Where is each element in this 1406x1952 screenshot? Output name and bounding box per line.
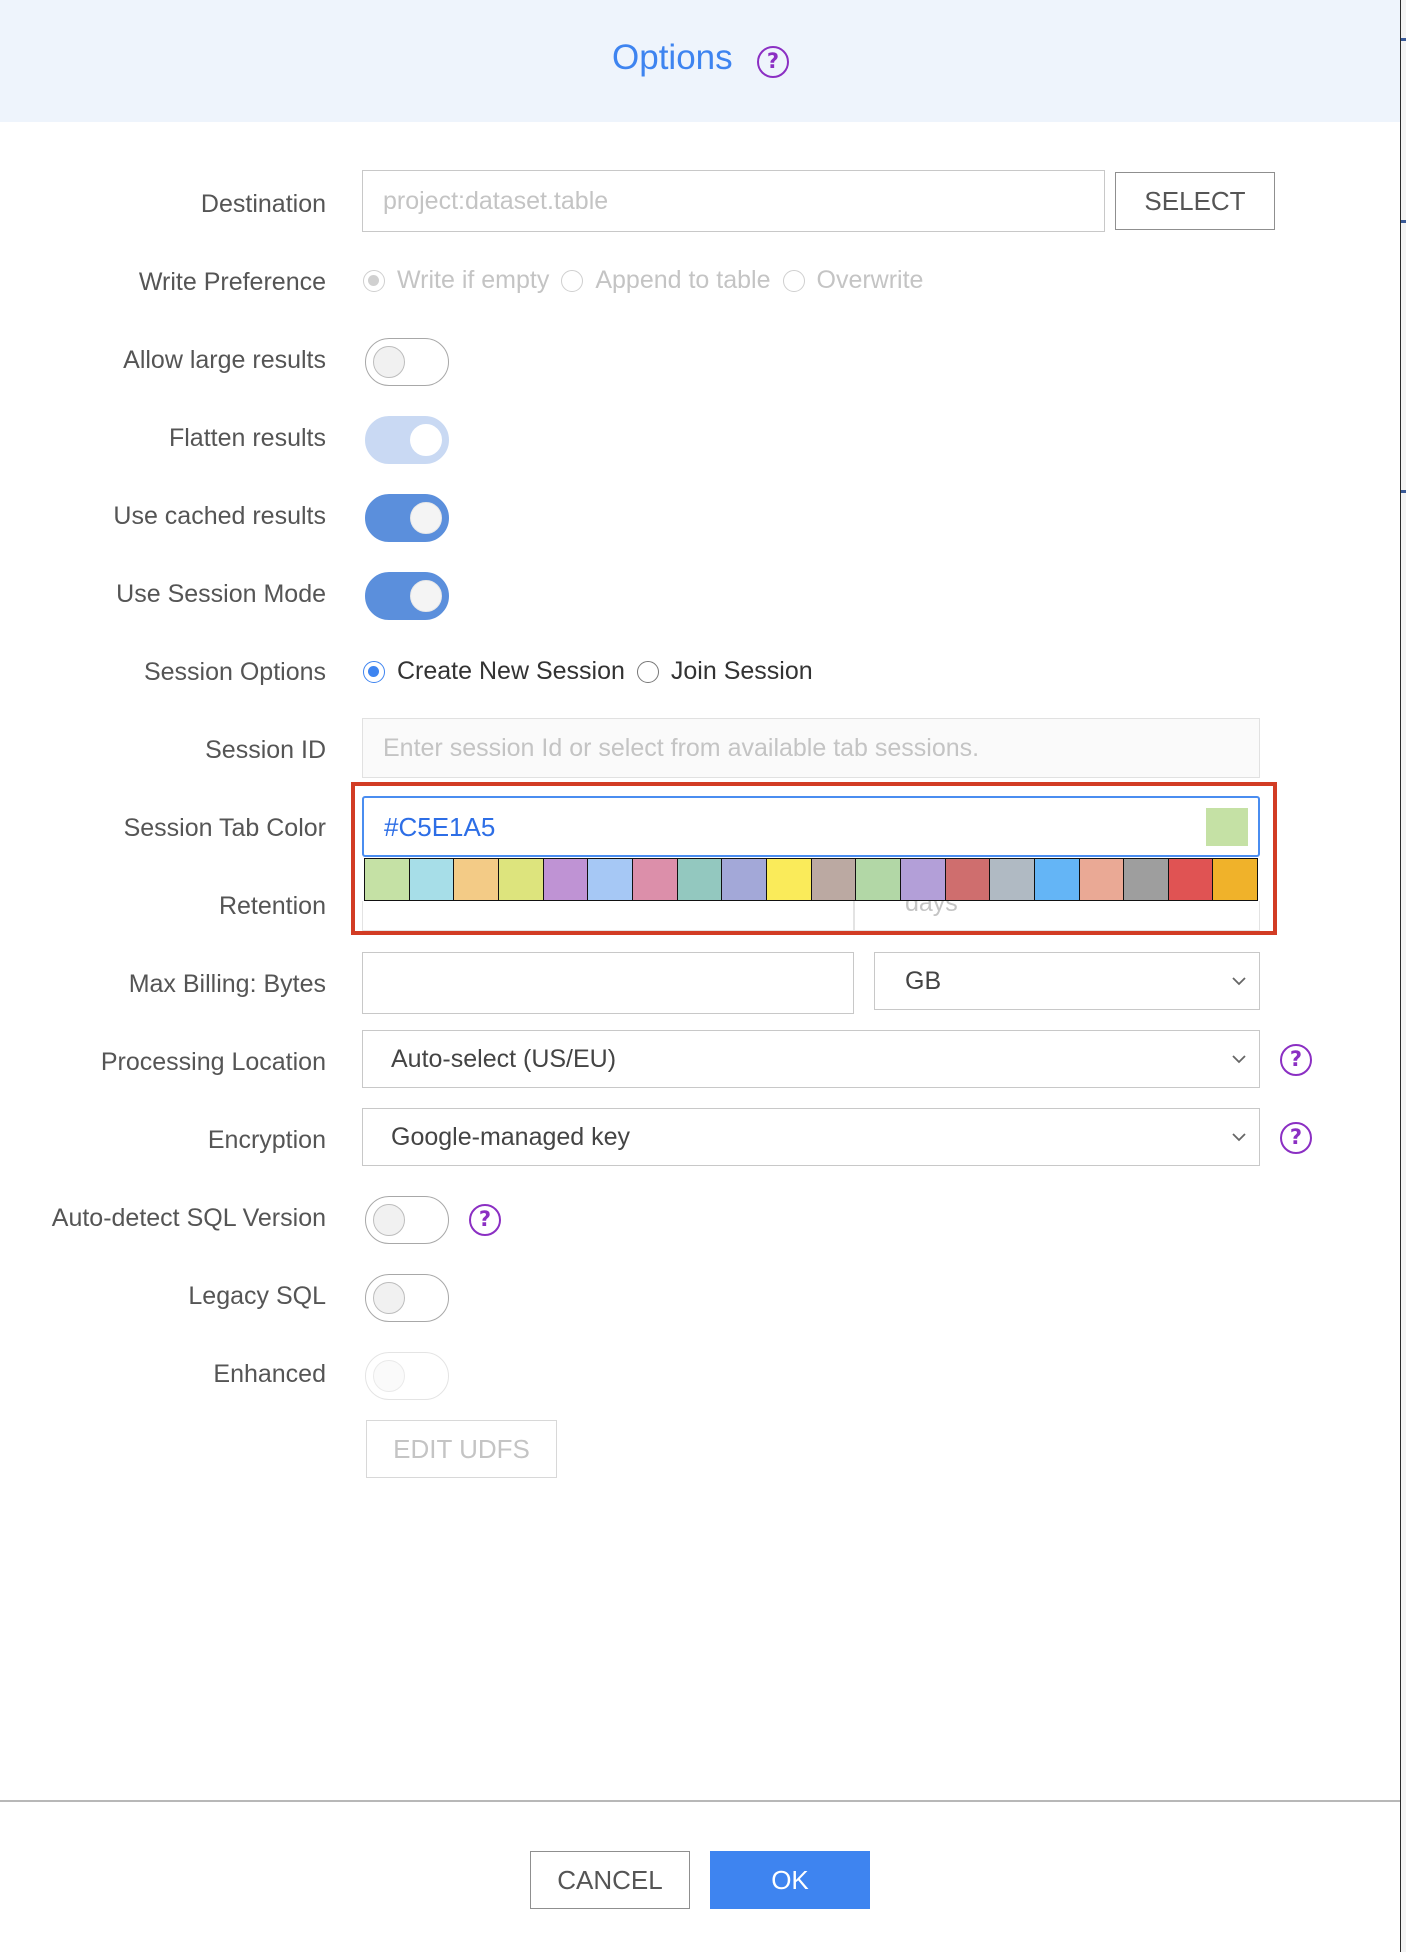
auto-detect-sql-label: Auto-detect SQL Version [51, 1204, 326, 1232]
session-id-input[interactable] [362, 718, 1260, 778]
color-swatch[interactable] [990, 859, 1035, 900]
processing-location-value: Auto-select (US/EU) [391, 1044, 617, 1073]
edit-udfs-button[interactable]: EDIT UDFS [366, 1420, 557, 1478]
allow-large-results-label: Allow large results [123, 346, 326, 374]
chevron-down-icon [1232, 1055, 1246, 1064]
toggle-knob [410, 579, 442, 612]
window-edge [1400, 0, 1406, 1952]
chevron-down-icon [1232, 977, 1246, 986]
encryption-label: Encryption [207, 1126, 326, 1154]
write-preference-radios: Write if empty Append to table Overwrite [363, 266, 935, 295]
question-circle-icon[interactable]: ? [469, 1204, 501, 1236]
flatten-results-toggle[interactable] [365, 416, 449, 464]
color-swatch[interactable] [543, 859, 589, 900]
session-id-label: Session ID [205, 736, 326, 764]
radio-append-to-table[interactable] [561, 269, 584, 292]
chevron-down-icon [1232, 1133, 1246, 1142]
toggle-knob [410, 423, 442, 456]
footer-divider [0, 1800, 1400, 1802]
allow-large-results-toggle[interactable] [365, 338, 449, 386]
color-hex-value: #C5E1A5 [384, 812, 496, 842]
color-swatch[interactable] [588, 859, 633, 900]
use-cached-results-toggle[interactable] [365, 494, 449, 542]
edge-mark [1401, 490, 1406, 493]
color-swatch[interactable] [1124, 859, 1169, 900]
color-swatch[interactable] [1168, 859, 1214, 900]
radio-overwrite-label: Overwrite [816, 266, 924, 294]
destination-select-button[interactable]: SELECT [1115, 172, 1275, 230]
auto-detect-sql-toggle[interactable] [365, 1196, 449, 1244]
radio-write-if-empty-label: Write if empty [397, 266, 550, 294]
color-swatch[interactable] [409, 859, 455, 900]
edge-mark [1401, 220, 1406, 223]
options-dialog: Options ? Destination SELECT Write Prefe… [0, 0, 1400, 1952]
color-swatch[interactable] [454, 859, 499, 900]
color-swatch[interactable] [945, 859, 991, 900]
max-billing-unit-value: GB [905, 966, 942, 995]
color-swatch[interactable] [1034, 859, 1080, 900]
toggle-knob [372, 345, 405, 378]
session-options-radios: Create New Session Join Session [363, 657, 825, 686]
legacy-sql-toggle[interactable] [365, 1274, 449, 1322]
color-swatch[interactable] [811, 859, 857, 900]
flatten-results-label: Flatten results [168, 424, 326, 452]
cancel-button[interactable]: CANCEL [530, 1851, 690, 1909]
encryption-select[interactable]: Google-managed key [362, 1108, 1260, 1166]
enhanced-toggle[interactable] [365, 1352, 449, 1400]
max-billing-input[interactable] [362, 952, 854, 1014]
radio-append-to-table-label: Append to table [595, 266, 771, 294]
edge-mark [1401, 38, 1406, 41]
session-tab-color-label: Session Tab Color [123, 814, 326, 842]
max-billing-label: Max Billing: Bytes [128, 970, 326, 998]
color-swatch[interactable] [498, 859, 544, 900]
color-swatch[interactable] [1213, 859, 1258, 900]
radio-join-session[interactable] [636, 660, 659, 683]
question-circle-icon[interactable]: ? [1280, 1122, 1312, 1154]
color-swatch[interactable] [1079, 859, 1125, 900]
processing-location-label: Processing Location [100, 1048, 326, 1076]
question-circle-icon[interactable]: ? [757, 46, 789, 78]
color-palette [364, 858, 1258, 901]
dialog-title: Options [612, 38, 733, 77]
color-swatch[interactable] [365, 859, 410, 900]
dialog-header: Options ? [0, 0, 1400, 122]
color-swatch[interactable] [722, 859, 767, 900]
color-swatch[interactable] [766, 859, 812, 900]
session-tab-color-input[interactable]: #C5E1A5 [362, 796, 1260, 857]
max-billing-unit-select[interactable]: GB [874, 952, 1260, 1010]
radio-overwrite[interactable] [782, 269, 805, 292]
write-preference-label: Write Preference [138, 268, 326, 296]
use-session-mode-toggle[interactable] [365, 572, 449, 620]
color-preview-swatch [1206, 808, 1248, 846]
ok-button[interactable]: OK [710, 1851, 870, 1909]
toggle-knob [372, 1281, 405, 1314]
color-swatch[interactable] [632, 859, 678, 900]
radio-create-new-session[interactable] [363, 660, 385, 683]
question-circle-icon[interactable]: ? [1280, 1044, 1312, 1076]
destination-input[interactable] [362, 170, 1105, 232]
session-options-label: Session Options [143, 658, 326, 686]
color-swatch[interactable] [677, 859, 723, 900]
processing-location-select[interactable]: Auto-select (US/EU) [362, 1030, 1260, 1088]
legacy-sql-label: Legacy SQL [188, 1282, 326, 1310]
destination-label: Destination [200, 190, 326, 218]
retention-label: Retention [218, 892, 326, 920]
radio-create-new-session-label: Create New Session [397, 657, 625, 685]
use-cached-results-label: Use cached results [113, 502, 326, 530]
use-session-mode-label: Use Session Mode [116, 580, 326, 608]
color-swatch[interactable] [856, 859, 901, 900]
radio-join-session-label: Join Session [670, 657, 813, 685]
toggle-knob [410, 501, 442, 534]
radio-write-if-empty[interactable] [363, 269, 385, 292]
enhanced-label: Enhanced [213, 1360, 326, 1388]
toggle-knob [372, 1203, 405, 1236]
toggle-knob [372, 1359, 405, 1392]
color-swatch[interactable] [900, 859, 946, 900]
encryption-value: Google-managed key [391, 1122, 631, 1151]
